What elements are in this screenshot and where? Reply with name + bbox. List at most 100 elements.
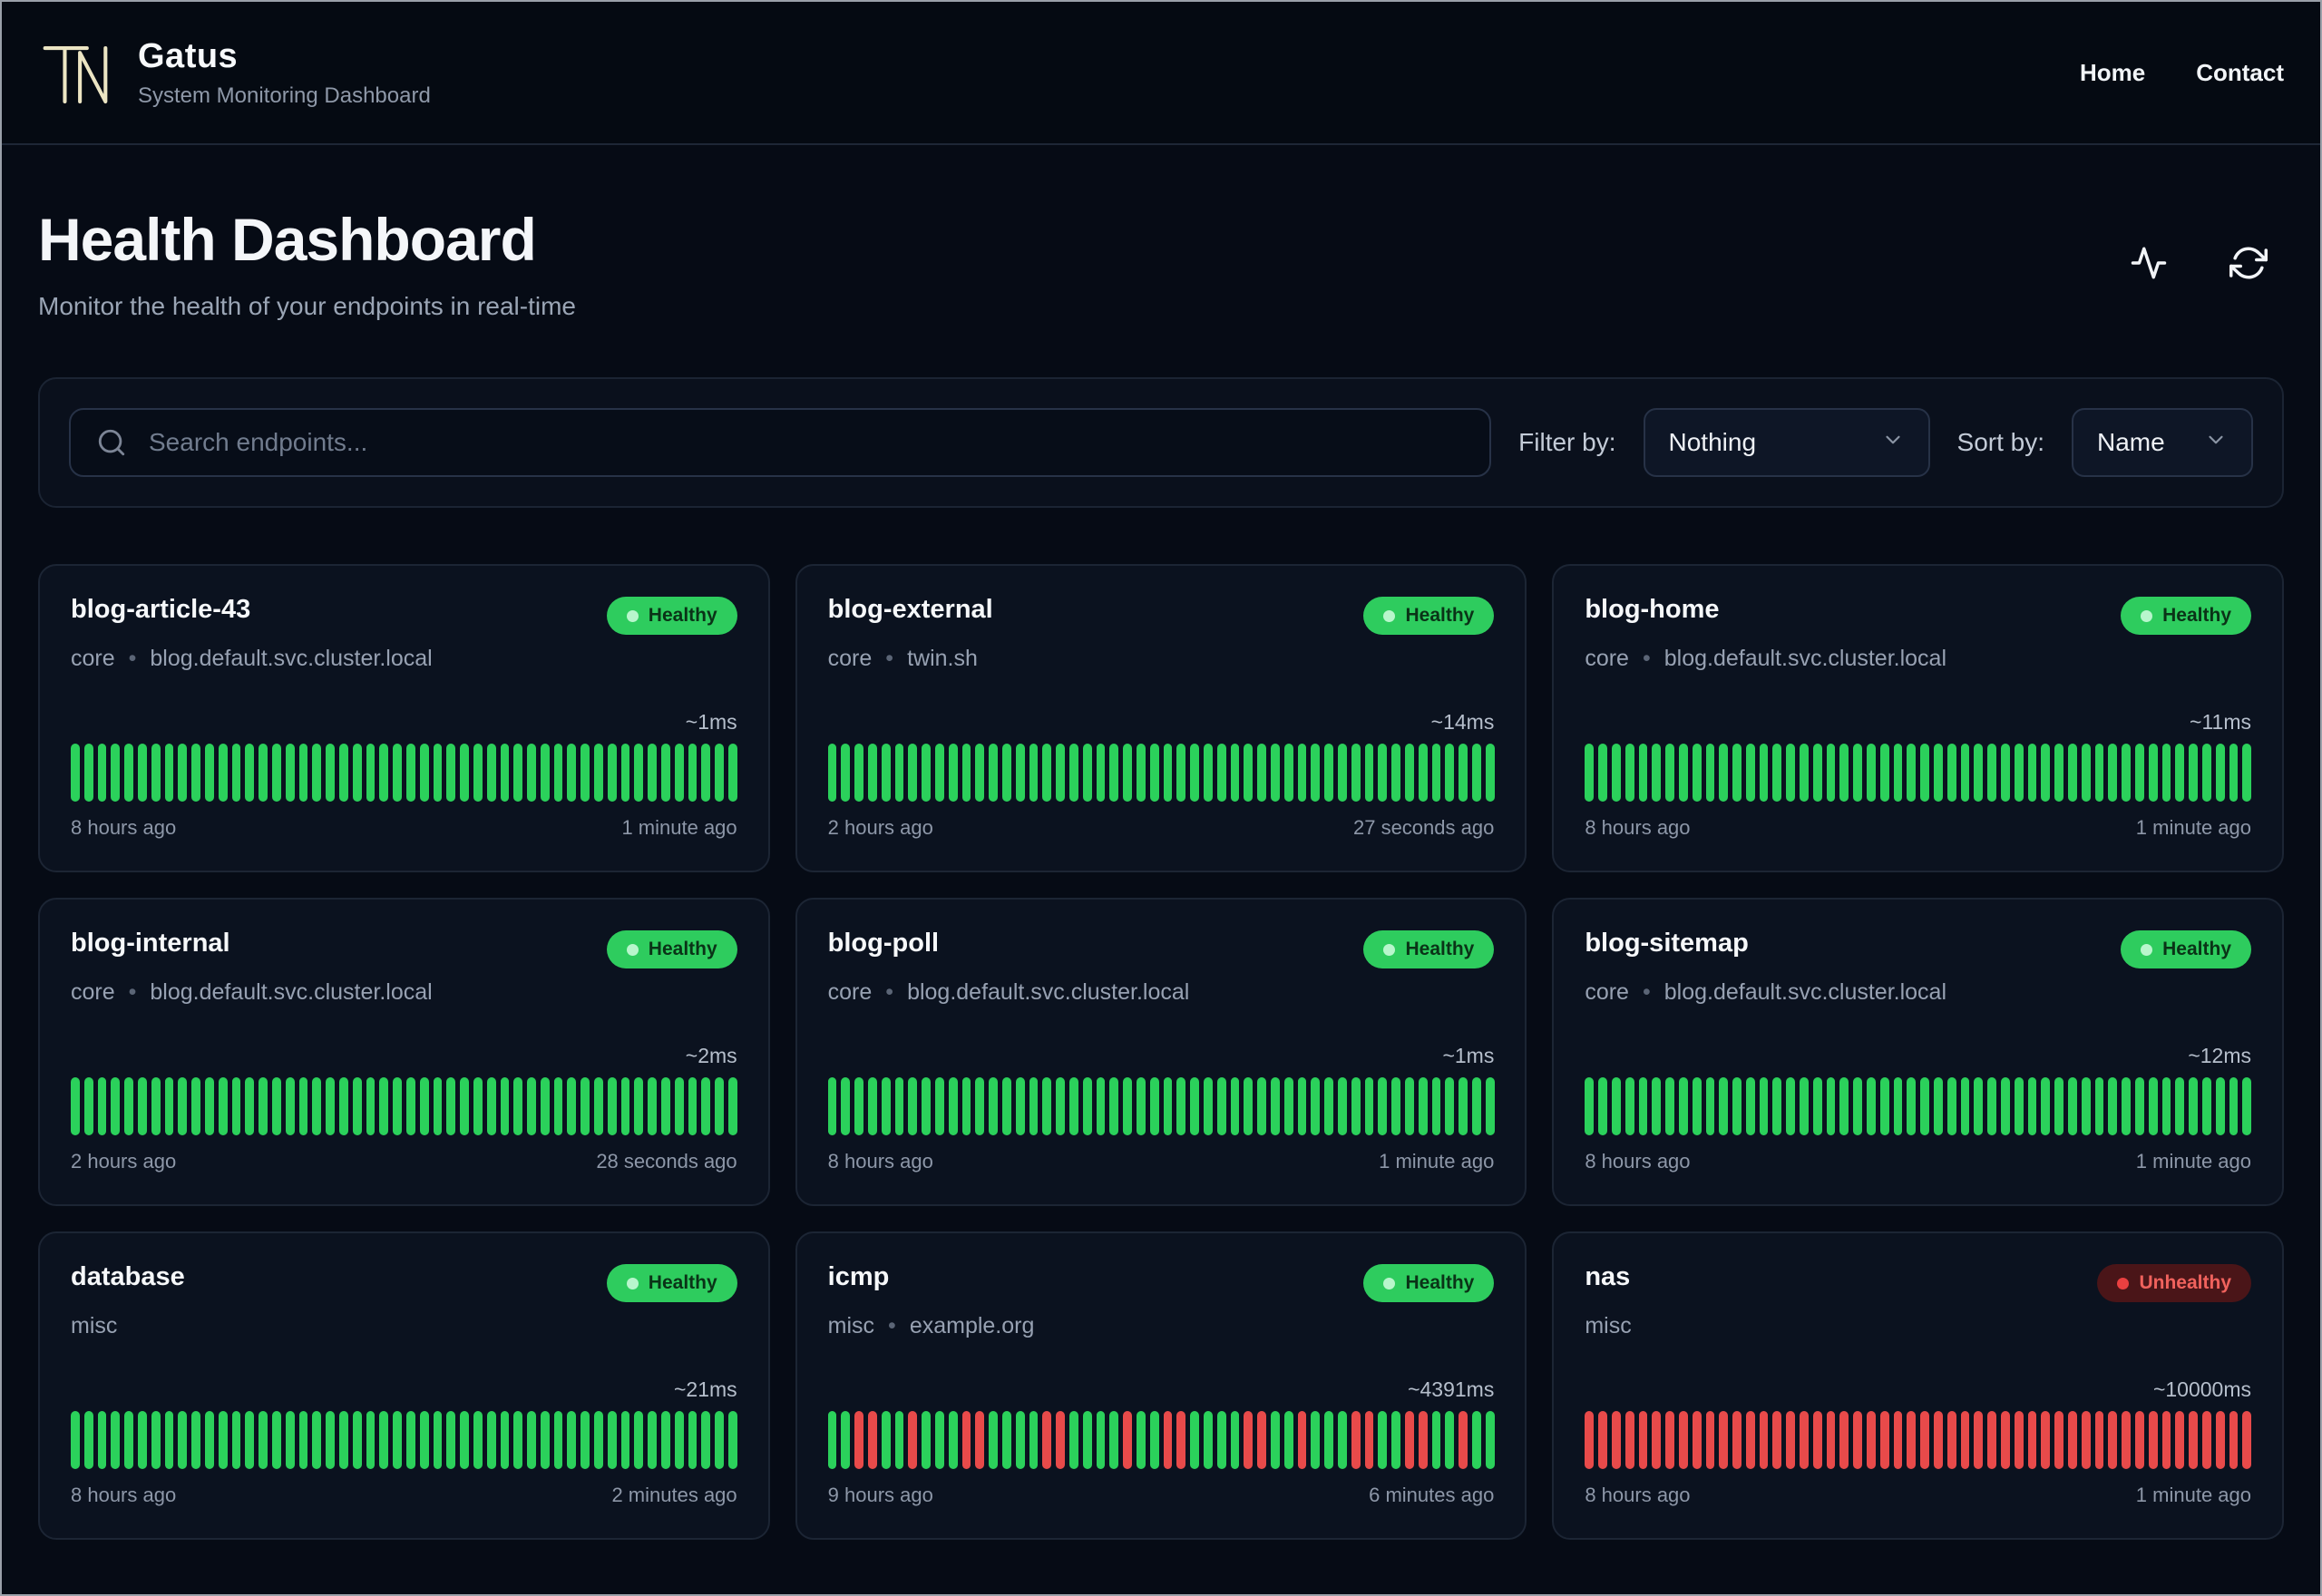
history-bar [540,1077,550,1135]
history-bar [634,1411,644,1469]
history-bar [881,1077,891,1135]
history-bar [393,744,402,802]
history-bar [486,1411,496,1469]
status-label: Healthy [648,605,717,626]
history-bar [352,744,362,802]
history-bar [1378,744,1388,802]
history-bar [245,744,255,802]
history-bar [1867,1077,1876,1135]
history-bar [2014,1411,2024,1469]
history-bar [2027,744,2037,802]
history-bar [1624,1077,1634,1135]
history-bar [1974,1411,1984,1469]
status-dot-icon [626,943,639,956]
history-bar [728,1077,737,1135]
history-bar [1585,744,1595,802]
history-bar [1378,1077,1388,1135]
history-bar [1786,744,1796,802]
activity-icon[interactable] [2130,244,2168,282]
history-bar [674,1077,684,1135]
endpoint-group: misc [827,1313,875,1338]
endpoint-card[interactable]: blog-poll Healthy core • blog.default.sv… [795,898,1527,1206]
history-bar [1772,1077,1782,1135]
history-bar [231,744,241,802]
history-bar [1002,1077,1011,1135]
history-bar [298,1411,308,1469]
status-dot-icon [1383,609,1396,622]
sort-select[interactable]: Name [2072,408,2253,477]
history-bar [1445,1077,1455,1135]
history-bar [366,744,376,802]
history-bar [1800,1077,1809,1135]
history-bar [2148,1077,2158,1135]
history-bar [500,1411,510,1469]
history-bar [1879,744,1889,802]
history-bar [1893,1411,1903,1469]
endpoint-card[interactable]: blog-home Healthy core • blog.default.sv… [1552,564,2284,872]
history-bar [379,1077,389,1135]
history-bar [1082,744,1092,802]
history-bar [473,744,483,802]
history-bar [137,744,147,802]
endpoint-meta: misc • [71,1313,737,1339]
endpoint-card[interactable]: icmp Healthy misc • example.org ~4391ms … [795,1231,1527,1540]
history-bar [1786,1077,1796,1135]
history-bar [1907,1077,1917,1135]
history-bar [922,744,932,802]
endpoint-group: misc [71,1313,118,1338]
history-bar [1056,1411,1065,1469]
gatus-logo-icon [38,35,112,110]
filter-select[interactable]: Nothing [1643,408,1930,477]
nav-link-home[interactable]: Home [2080,59,2145,87]
endpoint-card[interactable]: blog-sitemap Healthy core • blog.default… [1552,898,2284,1206]
history-bar [419,744,429,802]
nav-link-contact[interactable]: Contact [2196,59,2284,87]
history-bar [661,1411,670,1469]
history-bar [2081,1411,2091,1469]
history-bar [1311,1411,1321,1469]
history-bar [975,1077,985,1135]
history-bar [868,1411,877,1469]
search-icon [96,427,127,458]
history-bar [352,1411,362,1469]
refresh-icon[interactable] [2229,244,2268,282]
history-bar [1015,1077,1025,1135]
history-bar [2242,1077,2252,1135]
history-bar [1719,1077,1729,1135]
history-bar [948,744,958,802]
history-bar [1611,1411,1621,1469]
history-bar [1987,744,1997,802]
endpoint-card[interactable]: blog-internal Healthy core • blog.defaul… [38,898,770,1206]
history-bar [111,1411,121,1469]
history-bar [1853,1411,1863,1469]
history-bar [1283,744,1293,802]
history-bar [2135,1411,2144,1469]
endpoint-card[interactable]: database Healthy misc • ~21ms 8 hours ag… [38,1231,770,1540]
history-bar [1015,744,1025,802]
history-bar [1907,744,1917,802]
history-bar [1163,1077,1173,1135]
history-bar [271,744,281,802]
history-bar [1297,1077,1307,1135]
history-bar [1638,1077,1648,1135]
endpoint-card[interactable]: blog-external Healthy core • twin.sh ~14… [795,564,1527,872]
history-bar [634,1077,644,1135]
history-bar [298,1077,308,1135]
status-dot-icon [626,609,639,622]
endpoint-group: core [1585,979,1629,1005]
history-bar [285,1077,295,1135]
history-bar [245,1411,255,1469]
latency-label: ~21ms [673,1377,737,1401]
status-label: Healthy [1405,605,1475,626]
history-bar [164,744,174,802]
history-bar [1946,1077,1956,1135]
history-bar [2215,1411,2225,1469]
history-bar [1418,744,1428,802]
history-bar [1745,1077,1755,1135]
time-range-end: 27 seconds ago [1352,816,1495,839]
search-input[interactable] [69,408,1492,477]
endpoint-card[interactable]: nas Unhealthy misc • ~10000ms 8 hours ag… [1552,1231,2284,1540]
endpoint-card[interactable]: blog-article-43 Healthy core • blog.defa… [38,564,770,872]
latency-label: ~4391ms [1408,1377,1495,1401]
history-bar [1311,1077,1321,1135]
